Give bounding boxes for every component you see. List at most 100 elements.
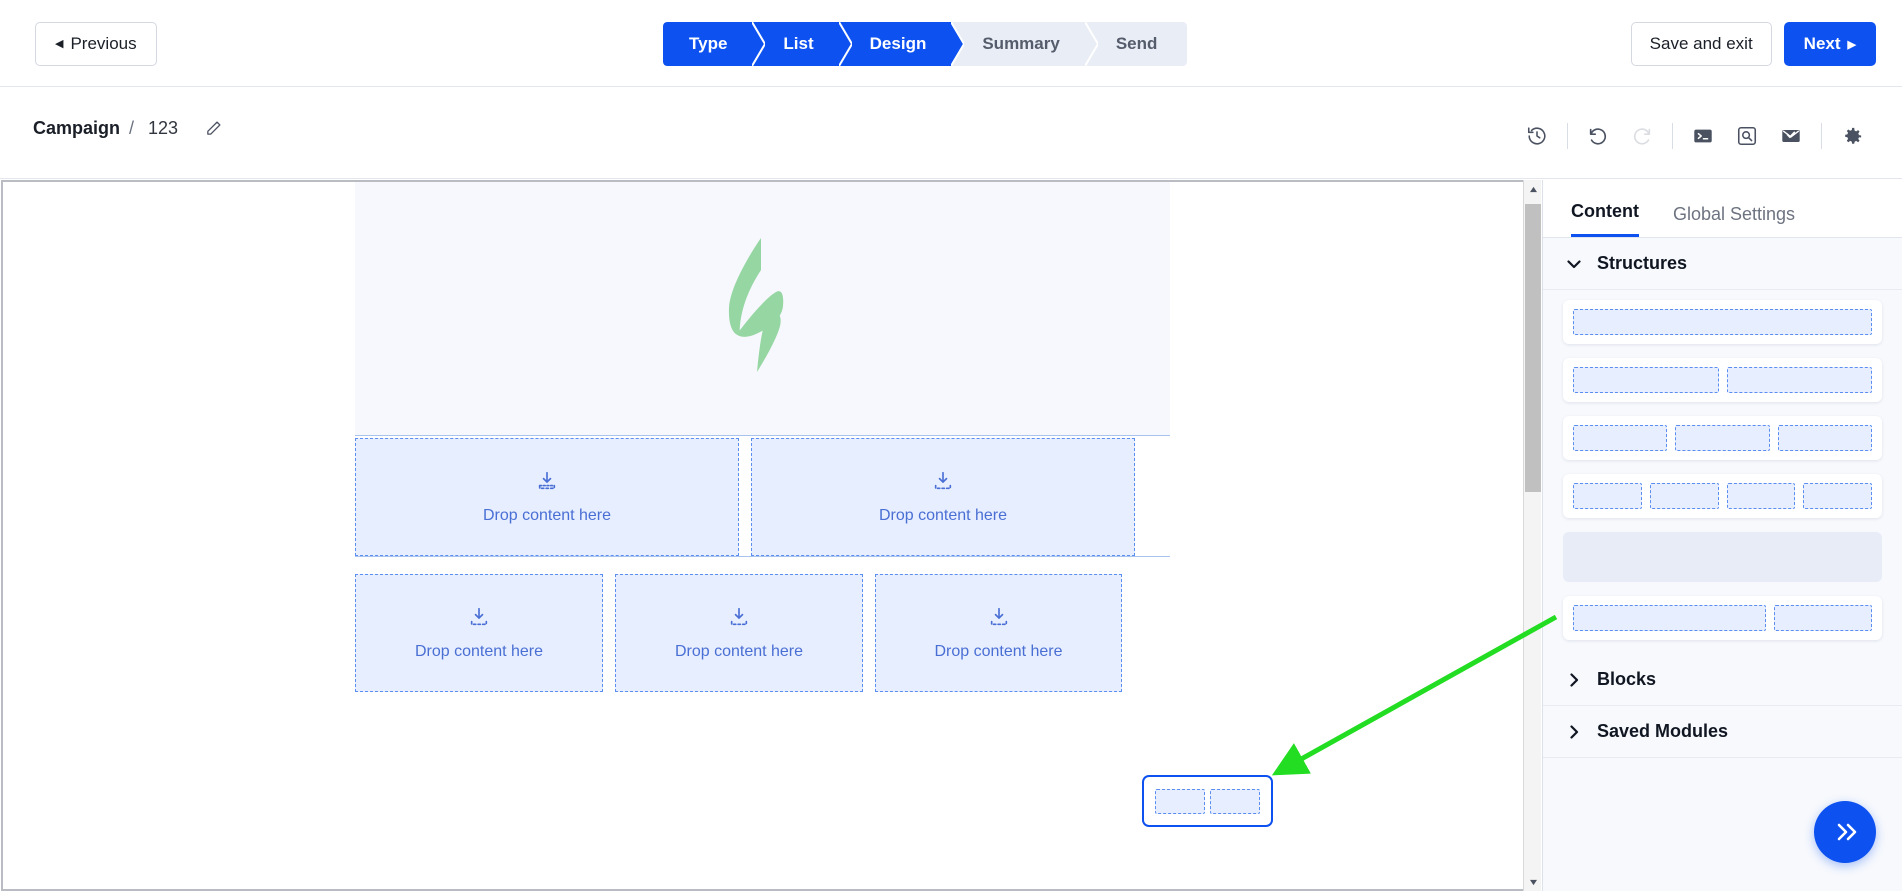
drop-icon	[988, 606, 1010, 633]
structure-2-column-wide-narrow[interactable]	[1563, 596, 1882, 640]
ghost-placeholder	[1210, 788, 1260, 814]
structure-1-column[interactable]	[1563, 300, 1882, 344]
column-gap	[739, 438, 751, 556]
drop-icon	[932, 470, 954, 497]
ghost-placeholder	[1155, 788, 1205, 814]
drop-zone[interactable]: Drop content here	[355, 438, 739, 556]
chevron-down-icon	[1567, 259, 1581, 269]
drop-zone-label: Drop content here	[674, 642, 804, 660]
editor-tool-icons	[1515, 118, 1874, 154]
scrollbar-thumb[interactable]	[1525, 204, 1541, 492]
structure-dragging-source[interactable]	[1563, 532, 1882, 582]
canvas-scrollbar[interactable]	[1523, 180, 1541, 891]
structure-column-placeholder	[1774, 605, 1872, 631]
structure-column-placeholder	[1573, 425, 1668, 451]
step-label: Design	[869, 34, 927, 53]
drop-zone-label: Drop content here	[482, 506, 612, 524]
drop-icon	[468, 606, 490, 633]
structure-column-placeholder	[1573, 483, 1642, 509]
drop-zone[interactable]: Drop content here	[355, 574, 603, 692]
save-and-exit-button[interactable]: Save and exit	[1630, 22, 1772, 66]
drop-icon	[728, 606, 750, 633]
structure-3-column[interactable]	[1563, 416, 1882, 460]
top-navigation-bar: ◀ Previous Type List Design Summary Send Sav…	[0, 0, 1902, 87]
structure-4-column[interactable]	[1563, 474, 1882, 518]
toolbar-divider	[1567, 123, 1568, 149]
section-label: Blocks	[1597, 669, 1657, 689]
step-label: Type	[689, 34, 728, 53]
chevron-right-icon	[1567, 724, 1581, 739]
step-label: List	[783, 34, 814, 53]
drag-ghost-structure[interactable]	[1142, 775, 1273, 827]
structure-column-placeholder	[1726, 367, 1872, 393]
drop-zone-label: Drop content here	[414, 642, 544, 660]
step-chevron-icon	[752, 22, 766, 66]
structure-2-column[interactable]	[1563, 358, 1882, 402]
redo-icon	[1620, 118, 1664, 154]
section-label: Saved Modules	[1597, 721, 1729, 741]
structure-column-placeholder	[1573, 605, 1767, 631]
double-chevron-right-icon[interactable]	[1814, 801, 1876, 863]
top-right-actions: Save and exit Next ▶	[1630, 22, 1876, 66]
send-test-email-icon[interactable]	[1769, 118, 1813, 154]
drop-zone[interactable]: Drop content here	[751, 438, 1135, 556]
previous-button[interactable]: ◀ Previous	[35, 22, 157, 66]
settings-gear-icon[interactable]	[1830, 118, 1874, 154]
structures-list	[1543, 290, 1902, 640]
section-header-blocks[interactable]: Blocks	[1543, 654, 1902, 706]
structure-column-placeholder	[1777, 425, 1872, 451]
chevron-right-icon: ▶	[1847, 38, 1856, 51]
drop-icon	[536, 470, 558, 497]
column-gap	[863, 574, 875, 692]
scroll-down-arrow-icon[interactable]	[1524, 873, 1542, 891]
drop-zone-label: Drop content here	[878, 506, 1008, 524]
structure-column-placeholder	[1573, 309, 1872, 335]
email-design-canvas[interactable]: Drop content here Drop content here Drop…	[1, 180, 1528, 891]
wizard-stepper: Type List Design Summary Send	[663, 22, 1188, 66]
panel-tabs: Content Global Settings	[1543, 180, 1902, 238]
breadcrumb-separator: /	[129, 118, 135, 138]
version-history-icon[interactable]	[1515, 118, 1559, 154]
structure-column-placeholder	[1726, 483, 1796, 509]
email-header-row[interactable]	[355, 182, 1170, 436]
pencil-icon[interactable]	[205, 120, 222, 137]
structure-column-placeholder	[1573, 367, 1719, 393]
step-chevron-icon	[838, 22, 852, 66]
structure-column-placeholder	[1803, 483, 1872, 509]
step-summary[interactable]: Summary	[952, 22, 1098, 66]
two-column-structure-row[interactable]: Drop content here Drop content here	[355, 438, 1170, 556]
right-content-panel: Content Global Settings Structures Block…	[1542, 180, 1902, 891]
structure-column-placeholder	[1675, 425, 1770, 451]
drop-zone[interactable]: Drop content here	[615, 574, 863, 692]
column-gap	[603, 574, 615, 692]
step-type[interactable]: Type	[663, 22, 766, 66]
three-column-structure-row[interactable]: Drop content here Drop content here Drop…	[355, 574, 1170, 692]
row-divider	[355, 556, 1170, 557]
scroll-up-arrow-icon[interactable]	[1524, 180, 1542, 198]
html-code-icon[interactable]	[1681, 118, 1725, 154]
toolbar-divider	[1821, 123, 1822, 149]
tab-content[interactable]: Content	[1571, 201, 1639, 237]
step-chevron-icon	[1084, 22, 1098, 66]
step-label: Summary	[982, 34, 1060, 53]
drop-zone[interactable]: Drop content here	[875, 574, 1122, 692]
undo-icon[interactable]	[1576, 118, 1620, 154]
section-header-structures[interactable]: Structures	[1543, 238, 1902, 290]
chevron-right-icon	[1567, 672, 1581, 687]
step-list[interactable]: List	[753, 22, 852, 66]
campaign-name-value: 123	[148, 118, 179, 138]
step-design[interactable]: Design	[839, 22, 965, 66]
breadcrumb: Campaign / 123	[33, 118, 222, 139]
tab-global-settings[interactable]: Global Settings	[1673, 204, 1795, 237]
next-button[interactable]: Next ▶	[1783, 22, 1876, 66]
previous-button-label: Previous	[70, 34, 137, 53]
section-header-saved-modules[interactable]: Saved Modules	[1543, 706, 1902, 758]
step-send[interactable]: Send	[1085, 22, 1188, 66]
step-label: Send	[1115, 34, 1158, 53]
toolbar-divider	[1672, 123, 1673, 149]
next-button-label: Next	[1803, 34, 1841, 53]
section-label: Structures	[1597, 253, 1688, 273]
chevron-left-icon: ◀	[55, 37, 64, 50]
breadcrumb-campaign-label[interactable]: Campaign	[33, 118, 120, 139]
preview-icon[interactable]	[1725, 118, 1769, 154]
